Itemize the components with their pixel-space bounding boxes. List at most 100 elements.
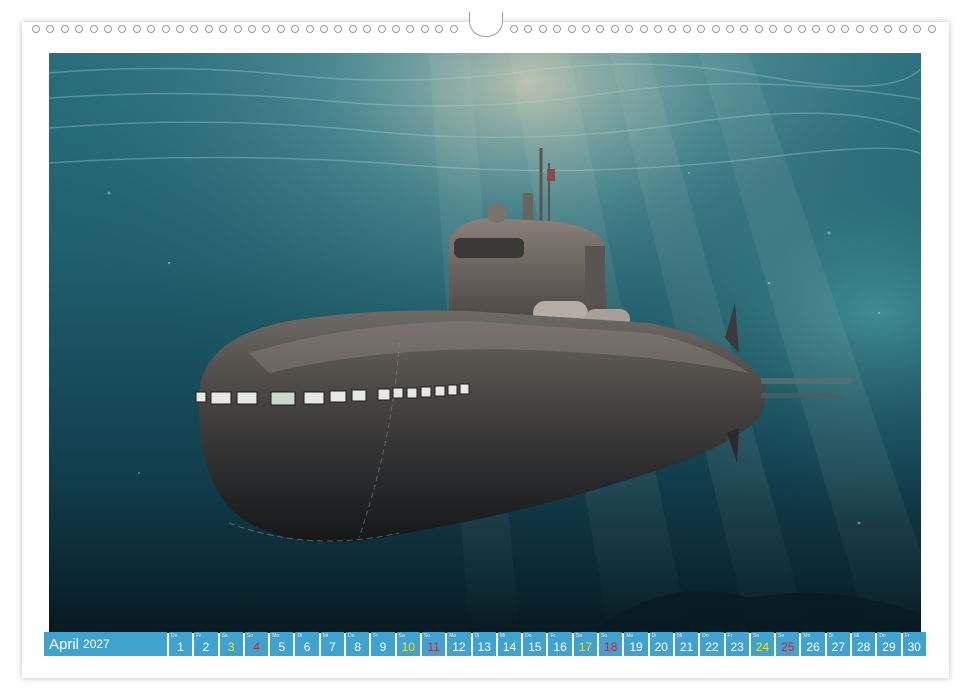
binding-ring-icon [812, 25, 821, 33]
day-cell: Do 29 [877, 632, 901, 656]
day-number: 20 [654, 640, 668, 654]
binding-ring-icon [248, 25, 256, 33]
day-cell: Fr 2 [194, 632, 218, 656]
day-number: 2 [202, 640, 210, 654]
binding-ring-icon [927, 25, 936, 33]
day-number: 26 [806, 640, 820, 654]
weekday-label: Mo [449, 633, 457, 639]
binding-ring-icon [104, 25, 112, 33]
day-number: 21 [679, 640, 694, 654]
day-cell: Di 20 [649, 632, 673, 656]
weekday-label: Mo [626, 633, 634, 639]
month-year: 2027 [83, 637, 110, 651]
binding-ring-icon [582, 25, 590, 33]
day-number: 16 [553, 640, 567, 654]
binding-ring-icon [798, 25, 806, 33]
binding-ring-icon [639, 25, 648, 33]
calendar-bar: April 2027 Do 1 Fr 2 Sa 3 So 4 Mo 5 Di 6 Mi 7 Do 8 Fr 9 Sa… [44, 632, 926, 656]
day-number: 11 [427, 640, 440, 654]
day-number: 18 [604, 640, 618, 654]
binding-ring-icon [855, 25, 864, 33]
day-cell: Fr 30 [902, 632, 926, 656]
day-number: 8 [354, 640, 362, 654]
weekday-label: Mi [676, 633, 683, 639]
day-cell: Do 15 [523, 632, 547, 656]
day-number: 6 [303, 640, 311, 654]
day-number: 3 [227, 640, 235, 654]
day-cell: Di 6 [295, 632, 319, 656]
day-number: 17 [578, 640, 593, 654]
weekday-label: Mi [322, 633, 329, 639]
day-number: 25 [781, 640, 795, 654]
binding-ring-icon [596, 25, 605, 33]
day-cell: Sa 24 [750, 632, 775, 656]
weekday-label: Do [525, 633, 532, 639]
binding-ring-icon [161, 25, 170, 33]
binding-ring-icon [711, 25, 720, 33]
binding-ring-icon [826, 25, 835, 33]
day-cell: So 18 [599, 632, 623, 656]
day-cell: Fr 16 [548, 632, 572, 656]
day-cell: Sa 3 [219, 632, 243, 656]
weekday-label: Sa [752, 633, 759, 639]
binding-ring-icon [740, 25, 749, 33]
weekday-label: Do [879, 633, 886, 639]
day-number: 23 [730, 640, 744, 654]
day-number: 13 [477, 640, 491, 654]
binding-ring-icon [176, 25, 184, 33]
binding-ring-icon [291, 25, 300, 33]
binding-ring-icon [870, 25, 878, 33]
day-cell: Mo 19 [624, 632, 648, 656]
binding-ring-icon [884, 25, 893, 33]
binding-ring-icon [898, 25, 907, 33]
submarine-photo [49, 53, 921, 633]
binding-ring-icon [567, 25, 576, 33]
binding-ring-icon [654, 25, 662, 33]
day-number: 15 [528, 640, 542, 654]
day-number: 30 [907, 640, 921, 654]
binding-ring-icon [754, 25, 763, 33]
weekday-label: Fr [373, 633, 379, 639]
binding-ring-icon [420, 25, 429, 33]
day-number: 27 [831, 640, 846, 654]
weekday-label: Do [348, 633, 355, 639]
binding-ring-icon [377, 25, 386, 33]
binding-ring-icon [449, 25, 458, 33]
binding-ring-icon [841, 25, 850, 33]
weekday-label: Fr [196, 633, 202, 639]
day-cell: Mi 28 [852, 632, 876, 656]
weekday-label: So [423, 633, 431, 639]
binding-ring-icon [89, 25, 98, 33]
weekday-label: Fr [904, 633, 910, 639]
weekday-label: Di [474, 633, 480, 639]
day-cell: Fr 9 [371, 632, 395, 656]
binding-ring-icon [363, 25, 372, 33]
binding-ring-icon [233, 25, 242, 33]
day-cell: Di 13 [472, 632, 496, 656]
weekday-label: Fr [550, 633, 556, 639]
binding-ring-icon [204, 25, 213, 33]
binding-ring-icon [46, 25, 55, 33]
weekday-label: Do [171, 633, 178, 639]
weekday-label: Di [651, 633, 657, 639]
day-cell: So 4 [244, 632, 269, 656]
month-label: April 2027 [44, 632, 167, 656]
day-cell: Di 27 [826, 632, 851, 656]
binding-ring-icon [726, 25, 734, 33]
weekday-label: Mo [803, 633, 811, 639]
binding-ring-icon [219, 25, 228, 33]
binding-ring-icon [262, 25, 271, 33]
weekday-label: Mi [499, 633, 506, 639]
binding-ring-icon [305, 25, 314, 33]
day-number: 19 [629, 640, 643, 654]
weekday-label: Sa [398, 633, 405, 639]
day-cell: Sa 10 [396, 632, 420, 656]
binding-ring-icon [697, 25, 706, 33]
weekday-label: Sa [221, 633, 228, 639]
day-cell: Do 22 [700, 632, 724, 656]
day-cell: Mo 5 [270, 632, 294, 656]
weekday-label: Do [702, 633, 709, 639]
binding-ring-icon [682, 25, 691, 33]
day-number: 9 [379, 640, 387, 654]
binding-ring-icon [348, 25, 357, 33]
